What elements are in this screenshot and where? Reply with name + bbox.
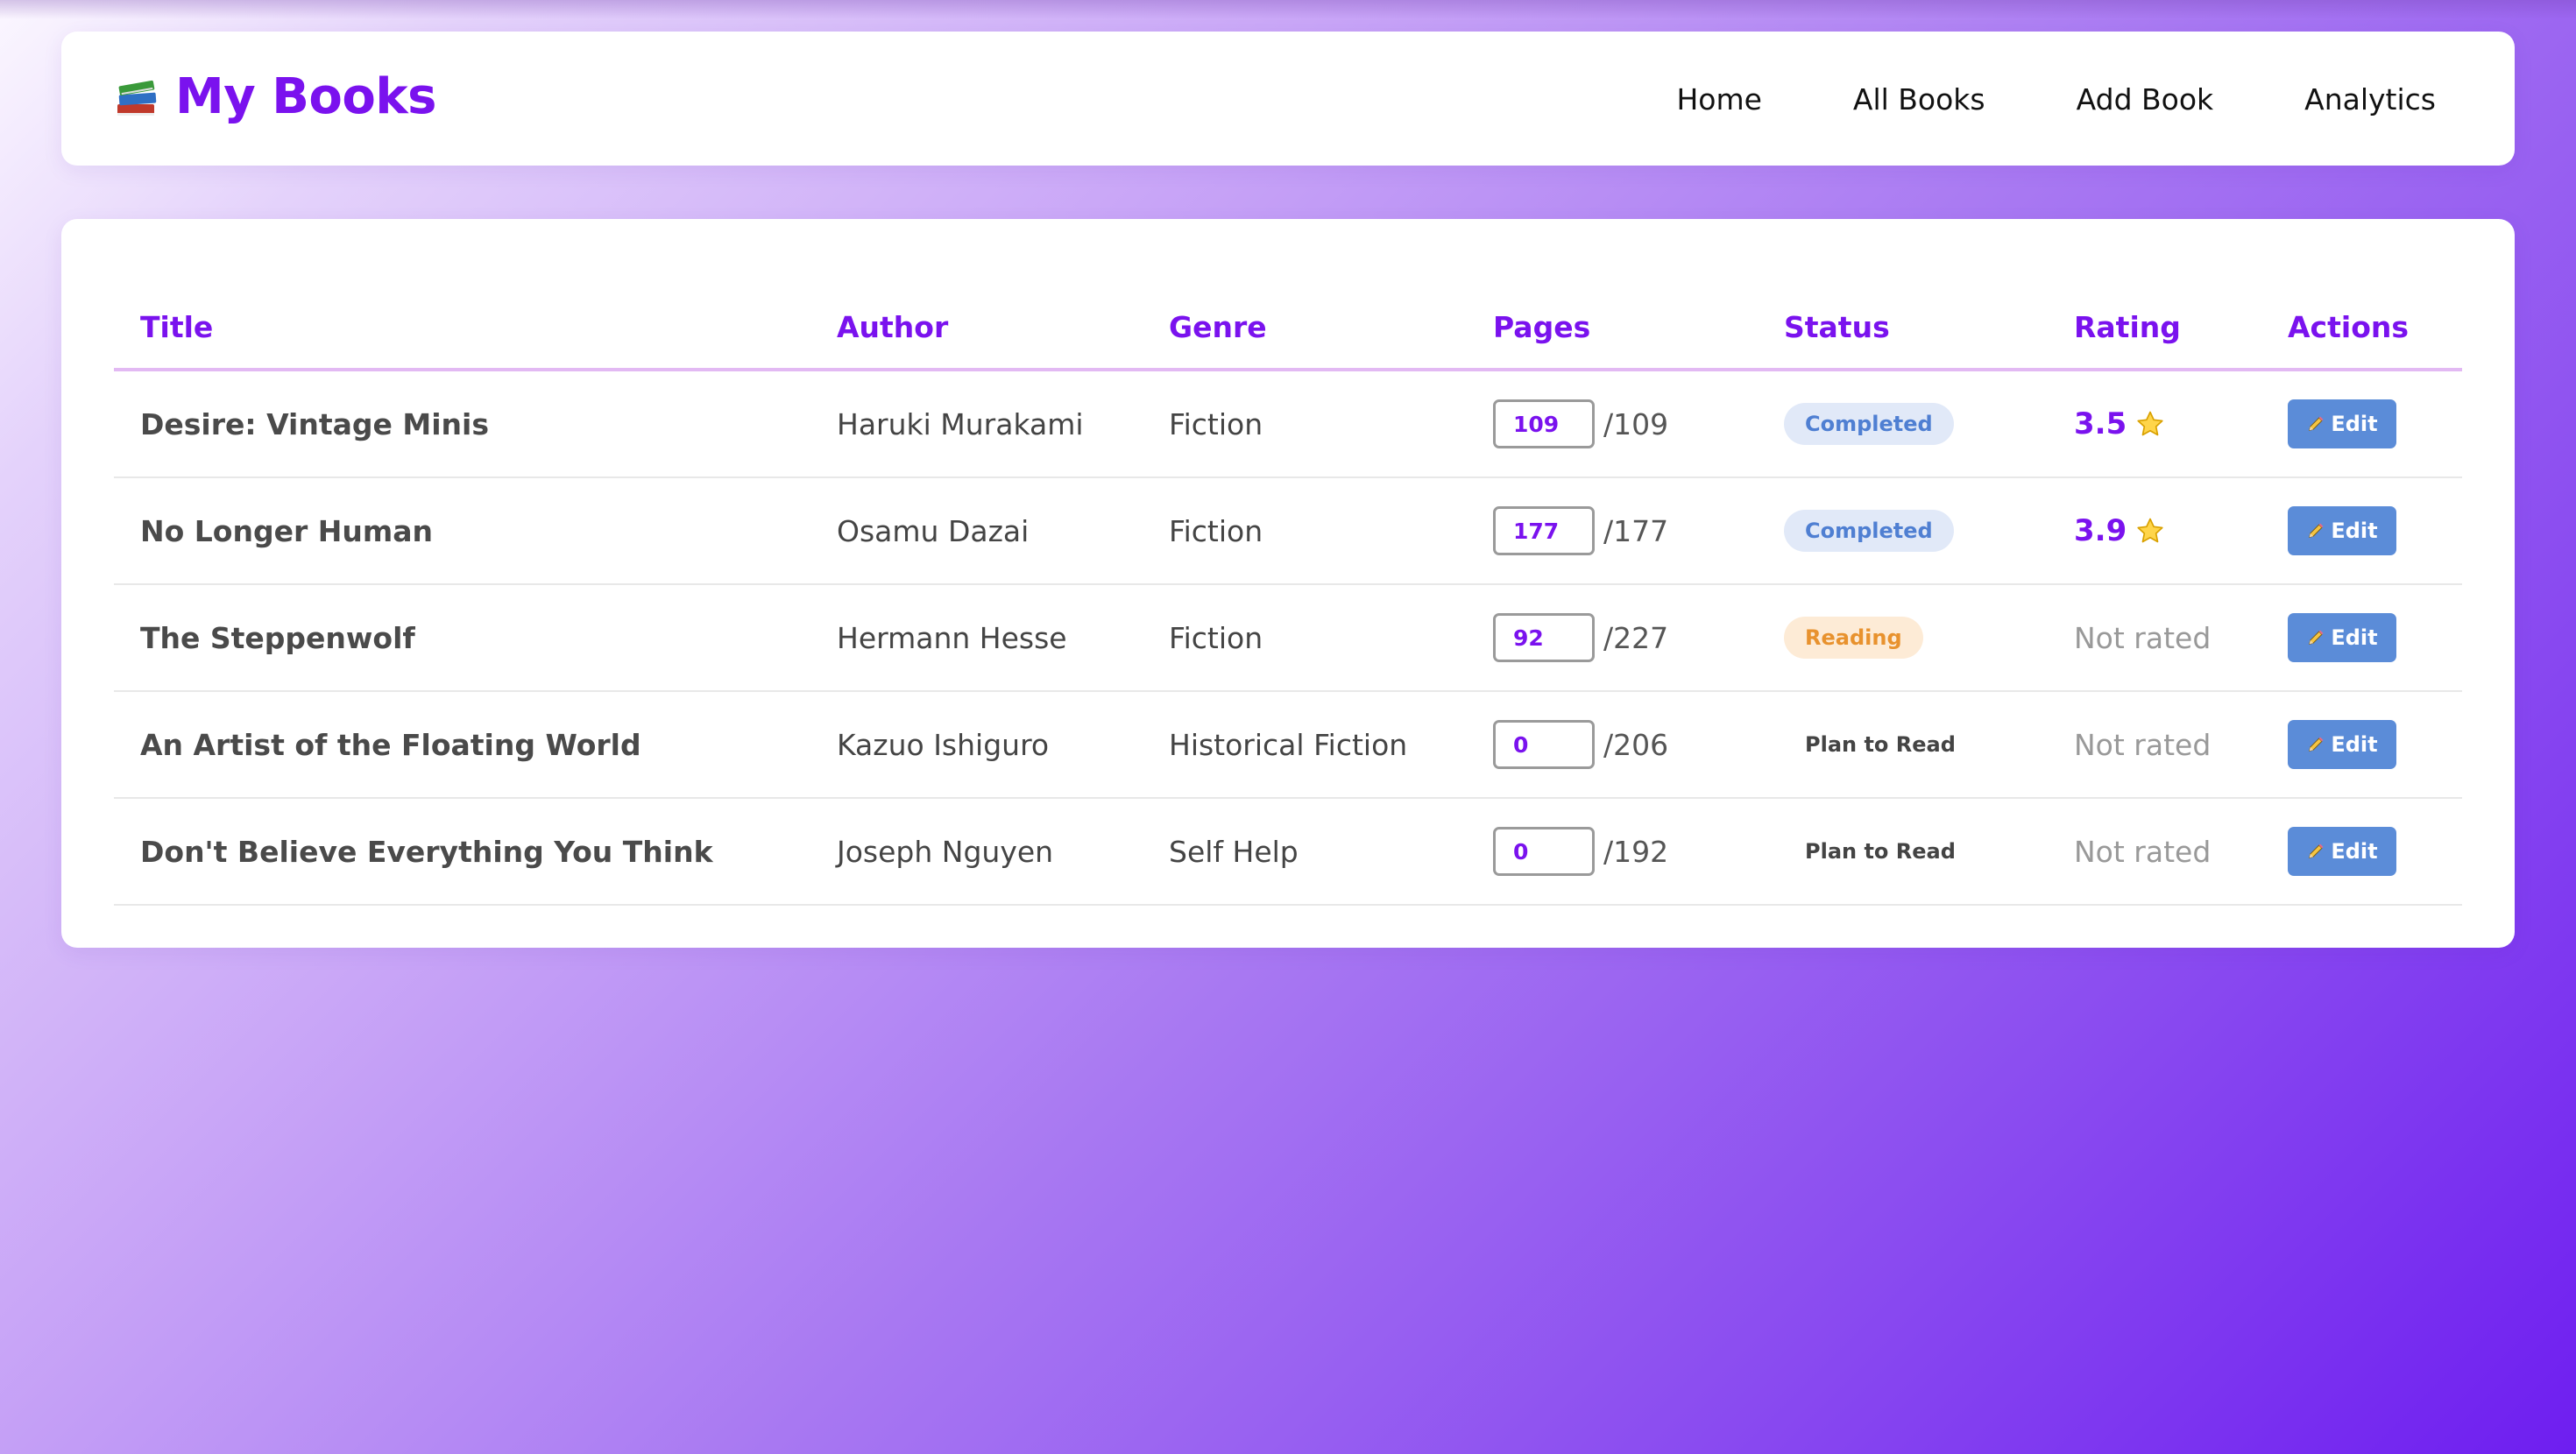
status-cell: Completed: [1784, 478, 1954, 583]
pages-read-input[interactable]: [1493, 720, 1595, 769]
pencil-icon: [2306, 628, 2325, 647]
edit-button[interactable]: Edit: [2288, 506, 2396, 555]
table-body: Desire: Vintage Minis Haruki Murakami Fict…: [114, 371, 2462, 906]
rating-value: 3.9: [2074, 513, 2127, 548]
book-author: Kazuo Ishiguro: [837, 727, 1050, 762]
pages-cell: /227: [1493, 585, 1668, 690]
top-navbar: My Books Home All Books Add Book Analyti…: [61, 32, 2515, 166]
books-stack-icon: [114, 74, 159, 120]
rating-cell: Not rated: [2074, 585, 2211, 690]
pages-read-input[interactable]: [1493, 827, 1595, 876]
book-genre: Historical Fiction: [1169, 727, 1408, 762]
pencil-icon: [2306, 521, 2325, 540]
edit-button-label: Edit: [2331, 732, 2378, 757]
actions-cell: Edit: [2288, 799, 2396, 904]
rating-cell: 3.5: [2074, 371, 2165, 476]
pages-total: /177: [1603, 513, 1669, 548]
pages-read-input[interactable]: [1493, 613, 1595, 662]
actions-cell: Edit: [2288, 692, 2396, 797]
app-title: My Books: [175, 68, 436, 125]
edit-button-label: Edit: [2331, 625, 2378, 650]
book-author: Joseph Nguyen: [837, 834, 1054, 869]
column-header-title[interactable]: Title: [140, 310, 213, 344]
table-row: An Artist of the Floating World Kazuo Ish…: [114, 692, 2462, 799]
edit-button-label: Edit: [2331, 519, 2378, 543]
rating-cell: Not rated: [2074, 692, 2211, 797]
status-badge: Completed: [1784, 510, 1954, 552]
pages-total: /206: [1603, 727, 1669, 762]
column-header-author[interactable]: Author: [837, 310, 948, 344]
pencil-icon: [2306, 842, 2325, 861]
star-icon: [2135, 409, 2165, 439]
status-cell: Reading: [1784, 585, 1923, 690]
pages-cell: /206: [1493, 692, 1668, 797]
pencil-icon: [2306, 735, 2325, 754]
pages-total: /192: [1603, 834, 1669, 869]
status-badge: Plan to Read: [1805, 839, 1956, 864]
column-header-rating[interactable]: Rating: [2074, 310, 2181, 344]
pages-read-input[interactable]: [1493, 506, 1595, 555]
status-badge: Reading: [1784, 617, 1923, 659]
books-table: Title Author Genre Pages Status Rating A…: [114, 272, 2462, 906]
book-genre: Self Help: [1169, 834, 1299, 869]
main-nav: Home All Books Add Book Analytics: [1585, 82, 2436, 116]
status-badge: Plan to Read: [1805, 732, 1956, 757]
edit-button-label: Edit: [2331, 412, 2378, 436]
app-logo[interactable]: My Books: [114, 68, 436, 125]
column-header-genre[interactable]: Genre: [1169, 310, 1267, 344]
rating-cell: 3.9: [2074, 478, 2165, 583]
book-genre: Fiction: [1169, 620, 1263, 655]
rating-not-rated: Not rated: [2074, 620, 2212, 655]
book-title: No Longer Human: [140, 513, 433, 548]
pages-cell: /192: [1493, 799, 1668, 904]
nav-home[interactable]: Home: [1676, 82, 1761, 116]
pages-total: /227: [1603, 620, 1669, 655]
table-row: Desire: Vintage Minis Haruki Murakami Fict…: [114, 371, 2462, 478]
edit-button[interactable]: Edit: [2288, 613, 2396, 662]
edit-button-label: Edit: [2331, 839, 2378, 864]
actions-cell: Edit: [2288, 371, 2396, 476]
rating-not-rated: Not rated: [2074, 727, 2212, 762]
star-icon: [2135, 516, 2165, 546]
column-header-pages[interactable]: Pages: [1493, 310, 1590, 344]
nav-add-book[interactable]: Add Book: [2077, 82, 2214, 116]
status-cell: Plan to Read: [1784, 799, 1977, 904]
actions-cell: Edit: [2288, 585, 2396, 690]
table-row: Don't Believe Everything You Think Joseph…: [114, 799, 2462, 906]
table-row: The Steppenwolf Hermann Hesse Fiction/227 R…: [114, 585, 2462, 692]
column-header-status[interactable]: Status: [1784, 310, 1890, 344]
edit-button[interactable]: Edit: [2288, 720, 2396, 769]
table-header: Title Author Genre Pages Status Rating A…: [114, 272, 2462, 371]
actions-cell: Edit: [2288, 478, 2396, 583]
status-cell: Completed: [1784, 371, 1954, 476]
table-row: No Longer Human Osamu Dazai Fiction/177 Com…: [114, 478, 2462, 585]
nav-analytics[interactable]: Analytics: [2304, 82, 2436, 116]
nav-all-books[interactable]: All Books: [1853, 82, 1985, 116]
book-author: Hermann Hesse: [837, 620, 1067, 655]
book-genre: Fiction: [1169, 513, 1263, 548]
status-badge: Completed: [1784, 403, 1954, 445]
rating-not-rated: Not rated: [2074, 834, 2212, 869]
rating-value: 3.5: [2074, 406, 2127, 441]
book-title: An Artist of the Floating World: [140, 727, 641, 762]
pages-cell: /109: [1493, 371, 1668, 476]
pages-cell: /177: [1493, 478, 1668, 583]
pencil-icon: [2306, 414, 2325, 434]
books-table-card: Title Author Genre Pages Status Rating A…: [61, 219, 2515, 948]
book-title: Desire: Vintage Minis: [140, 406, 489, 441]
pages-read-input[interactable]: [1493, 399, 1595, 448]
edit-button[interactable]: Edit: [2288, 399, 2396, 448]
book-title: Don't Believe Everything You Think: [140, 834, 713, 869]
edit-button[interactable]: Edit: [2288, 827, 2396, 876]
status-cell: Plan to Read: [1784, 692, 1977, 797]
book-title: The Steppenwolf: [140, 620, 415, 655]
column-header-actions: Actions: [2288, 310, 2409, 344]
book-author: Osamu Dazai: [837, 513, 1030, 548]
book-author: Haruki Murakami: [837, 406, 1084, 441]
book-genre: Fiction: [1169, 406, 1263, 441]
rating-cell: Not rated: [2074, 799, 2211, 904]
pages-total: /109: [1603, 406, 1669, 441]
